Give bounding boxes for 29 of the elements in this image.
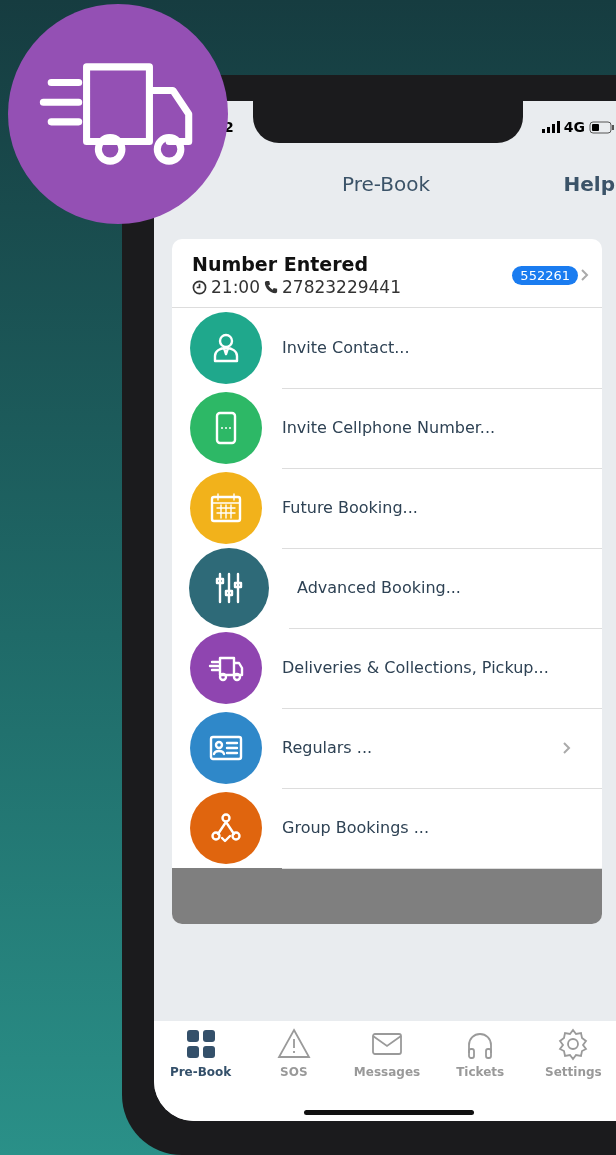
menu-item[interactable]: Advanced Booking...: [172, 548, 602, 628]
signal-icon: [541, 121, 560, 133]
menu-label: Future Booking...: [282, 498, 418, 517]
menu-label: Advanced Booking...: [297, 578, 461, 597]
booking-time: 21:00: [211, 277, 260, 297]
network-label: 4G: [563, 119, 585, 135]
menu-item[interactable]: Future Booking...: [172, 468, 602, 548]
help-button[interactable]: Help: [563, 172, 615, 196]
screen-title: Pre-Book: [342, 172, 431, 196]
menu-label: Regulars ...: [282, 738, 373, 757]
chevron-icon: [580, 268, 590, 282]
booking-phone: 27823229441: [282, 277, 401, 297]
menu-item[interactable]: Deliveries & Collections, Pickup...: [172, 628, 602, 708]
menu-label: Group Bookings ...: [282, 818, 430, 837]
booking-title: Number Entered: [192, 253, 370, 275]
booking-number: 552261: [512, 265, 578, 285]
chevron-icon: [562, 740, 572, 755]
clock-icon: [192, 279, 207, 295]
warning-icon: [276, 1027, 311, 1061]
menu-item[interactable]: Invite Cellphone Number...: [172, 388, 602, 468]
phone-icon: [264, 280, 278, 294]
menu-label: Invite Cellphone Number...: [282, 418, 496, 437]
menu-label: Invite Contact...: [282, 338, 410, 357]
tab[interactable]: Pre-Book: [154, 1027, 248, 1121]
menu-label: Deliveries & Collections, Pickup...: [282, 658, 549, 677]
menu-item[interactable]: Invite Contact...: [172, 308, 602, 388]
battery-icon: [589, 120, 615, 134]
menu-item[interactable]: Regulars ...: [172, 708, 602, 788]
menu-item[interactable]: Group Bookings ...: [172, 788, 602, 868]
